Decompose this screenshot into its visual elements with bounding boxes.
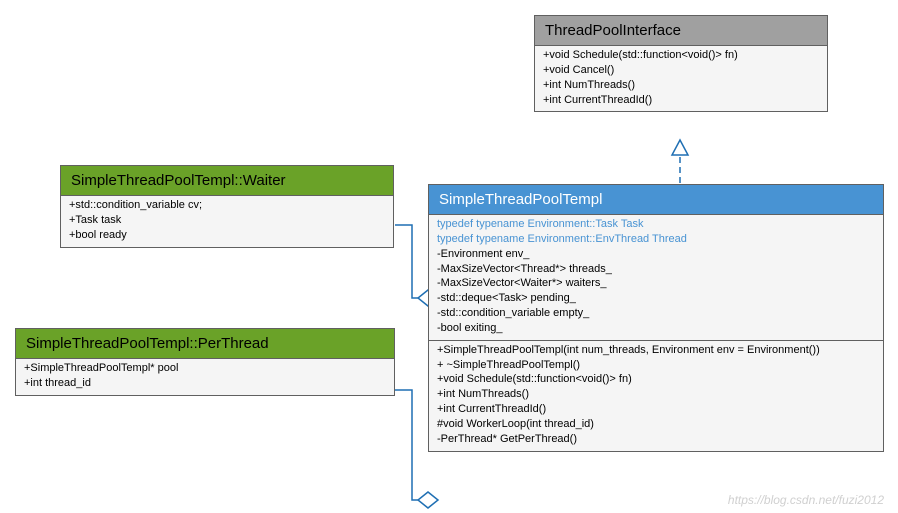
member: +int CurrentThreadId() [543, 93, 819, 108]
member: +int NumThreads() [543, 78, 819, 93]
class-threadpoolinterface: ThreadPoolInterface +void Schedule(std::… [534, 15, 828, 112]
operations: +SimpleThreadPoolTempl(int num_threads, … [429, 340, 883, 451]
member: +SimpleThreadPoolTempl* pool [24, 361, 386, 376]
members: +std::condition_variable cv; +Task task … [61, 195, 393, 247]
op: +SimpleThreadPoolTempl(int num_threads, … [437, 343, 875, 358]
op: +void Schedule(std::function<void()> fn) [437, 372, 875, 387]
class-title: SimpleThreadPoolTempl::PerThread [16, 329, 394, 358]
member: +void Cancel() [543, 63, 819, 78]
attr: -bool exiting_ [437, 321, 875, 336]
attr: -Environment env_ [437, 247, 875, 262]
member: +int thread_id [24, 376, 386, 391]
attr: -MaxSizeVector<Thread*> threads_ [437, 262, 875, 277]
class-waiter: SimpleThreadPoolTempl::Waiter +std::cond… [60, 165, 394, 248]
attr: -std::condition_variable empty_ [437, 306, 875, 321]
op: -PerThread* GetPerThread() [437, 432, 875, 447]
attributes: typedef typename Environment::Task Task … [429, 214, 883, 340]
member: +bool ready [69, 228, 385, 243]
member: +std::condition_variable cv; [69, 198, 385, 213]
class-title: SimpleThreadPoolTempl::Waiter [61, 166, 393, 195]
members: +void Schedule(std::function<void()> fn)… [535, 45, 827, 111]
attr: -MaxSizeVector<Waiter*> waiters_ [437, 276, 875, 291]
member: +void Schedule(std::function<void()> fn) [543, 48, 819, 63]
members: +SimpleThreadPoolTempl* pool +int thread… [16, 358, 394, 395]
op: +int CurrentThreadId() [437, 402, 875, 417]
op: + ~SimpleThreadPoolTempl() [437, 358, 875, 373]
class-simplethreadpooltempl: SimpleThreadPoolTempl typedef typename E… [428, 184, 884, 452]
attr: -std::deque<Task> pending_ [437, 291, 875, 306]
typedef: typedef typename Environment::Task Task [437, 217, 875, 232]
op: #void WorkerLoop(int thread_id) [437, 417, 875, 432]
class-title: ThreadPoolInterface [535, 16, 827, 45]
watermark: https://blog.csdn.net/fuzi2012 [728, 493, 884, 507]
member: +Task task [69, 213, 385, 228]
class-perthread: SimpleThreadPoolTempl::PerThread +Simple… [15, 328, 395, 396]
op: +int NumThreads() [437, 387, 875, 402]
class-title: SimpleThreadPoolTempl [429, 185, 883, 214]
typedef: typedef typename Environment::EnvThread … [437, 232, 875, 247]
